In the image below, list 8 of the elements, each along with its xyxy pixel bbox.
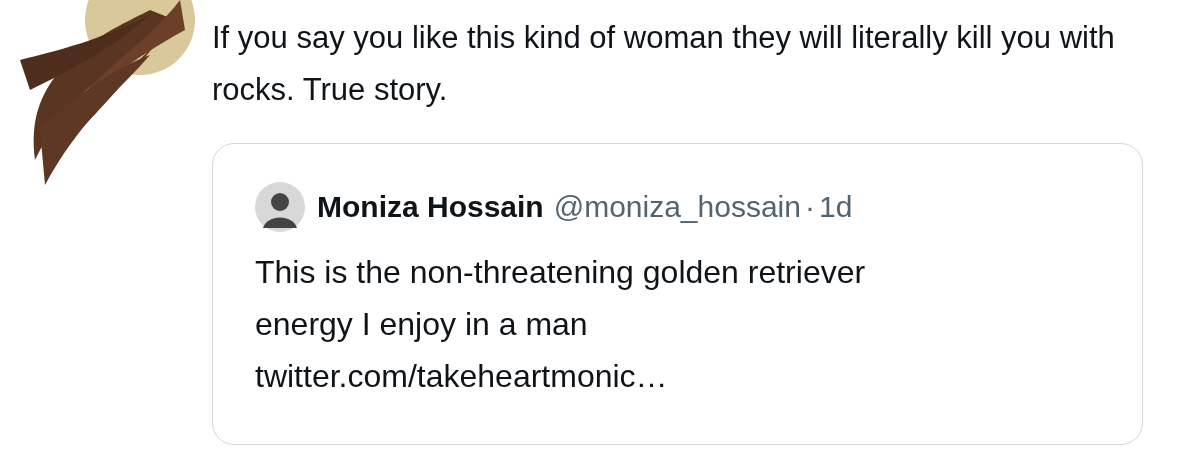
tweet-text: If you say you like this kind of woman they will literally kill you with rocks. True story. [212,19,1116,109]
author-handle: @moniza_hossain [553,190,801,224]
avatar-icon [255,182,305,232]
tweet-link[interactable]: twitter.com/takeheartmonic… [255,350,668,402]
separator-dot: · [804,190,815,224]
author-name: Moniza Hossain [317,190,544,224]
quoted-tweet-card[interactable]: Moniza Hossain @moniza_hossain·1d This is the non-threatening golden retriever energy I enjoy in a man twitter.com/takeheartmonic… [212,143,1143,445]
post-time: 1d [818,190,853,224]
